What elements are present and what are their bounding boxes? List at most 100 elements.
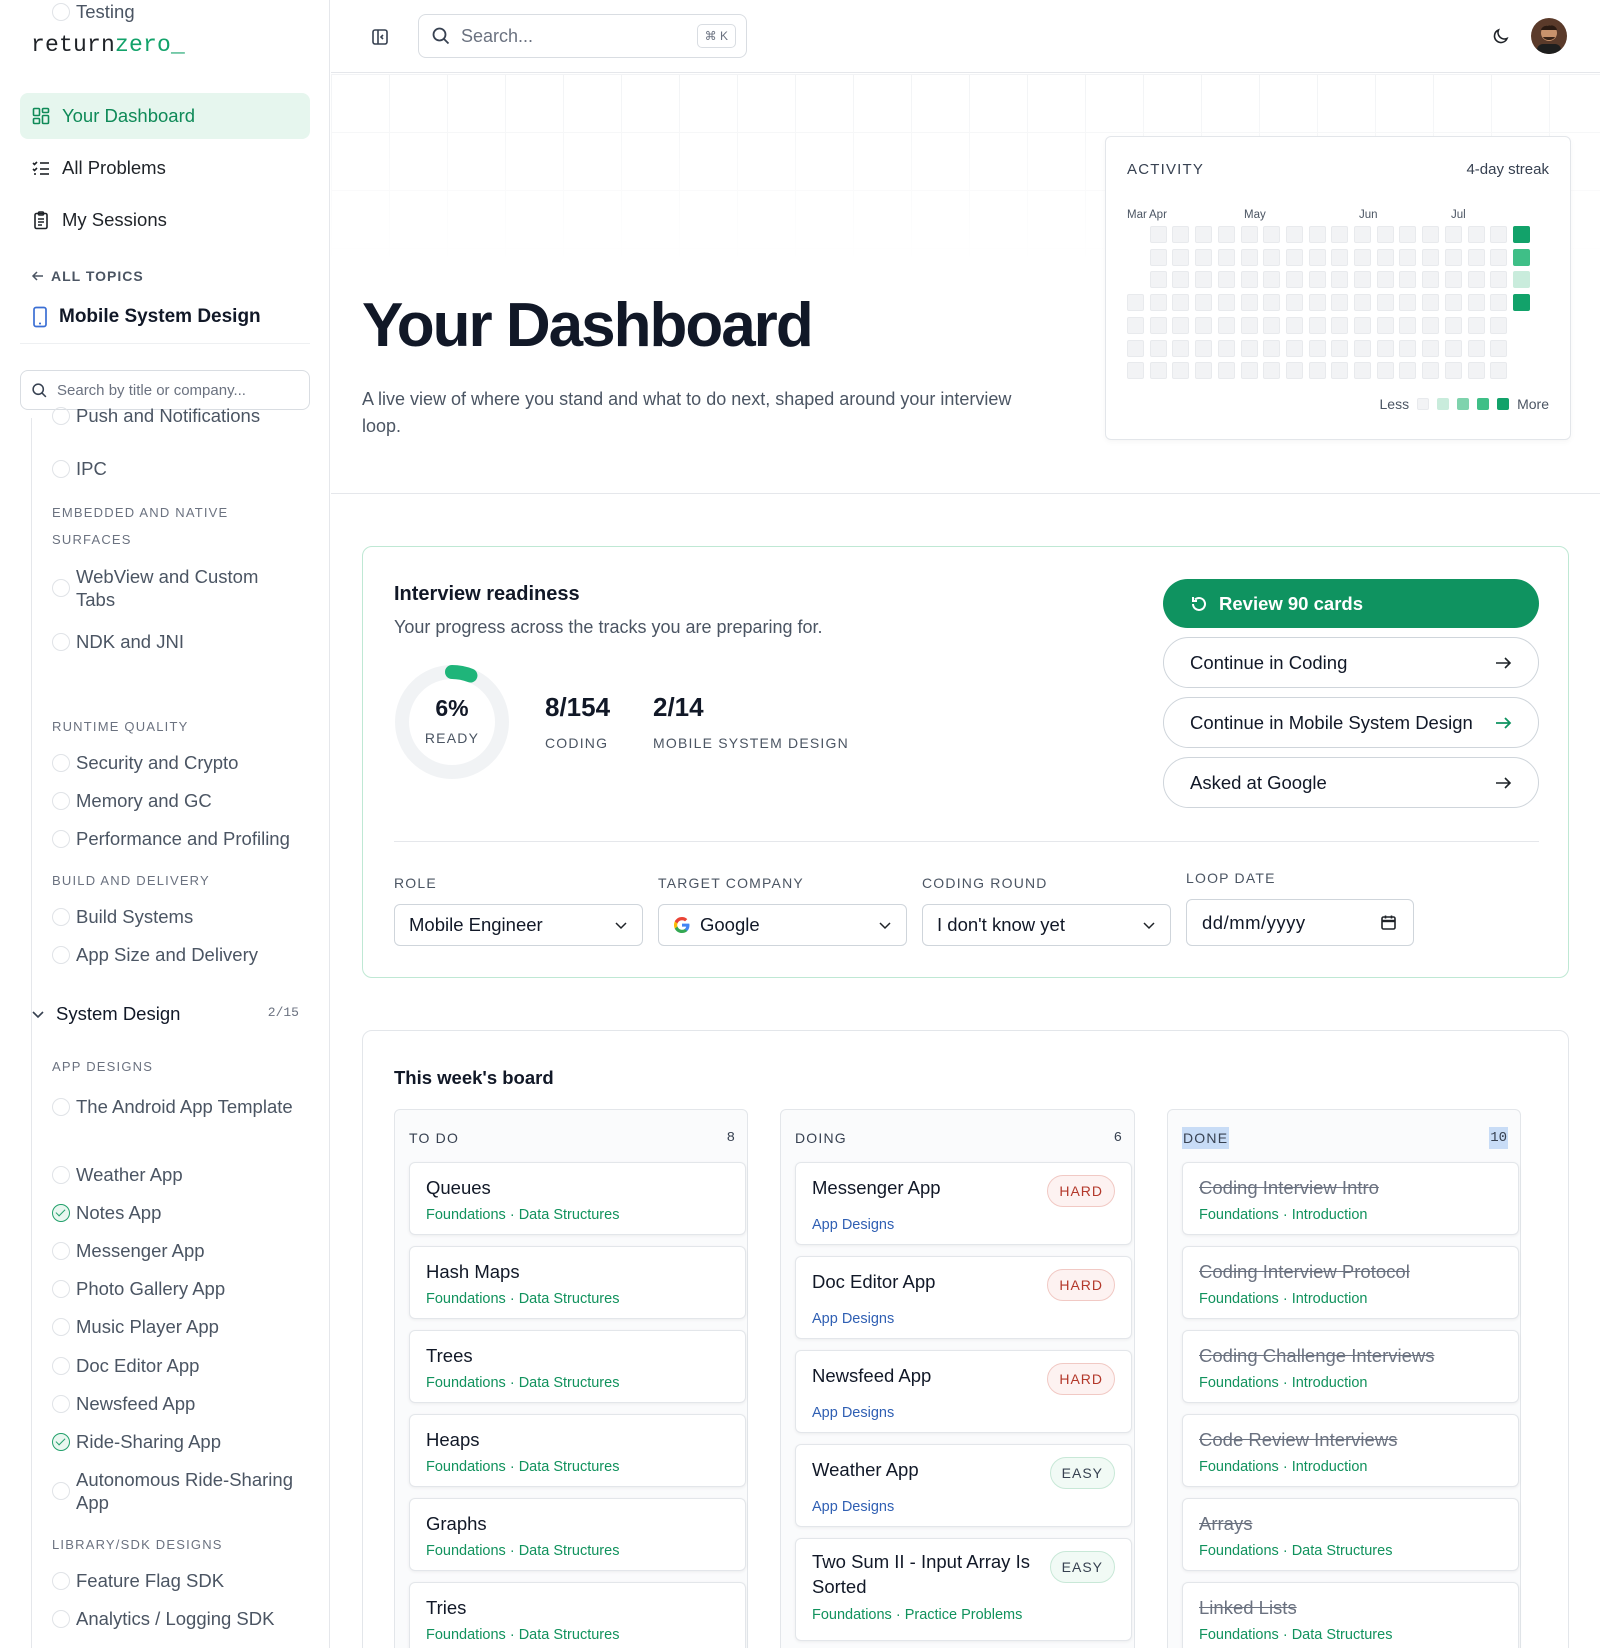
board-card[interactable]: Coding Challenge Interviews Foundations … xyxy=(1182,1330,1519,1403)
logo-text-zero: zero xyxy=(115,32,172,58)
chevron-down-icon xyxy=(879,922,891,930)
section-system-design[interactable]: System Design xyxy=(30,1003,308,1025)
sidebar-item-doc-editor-app[interactable]: Doc Editor App xyxy=(52,1354,302,1377)
heatmap-cell xyxy=(1422,294,1440,312)
sidebar-item-ride-sharing-app[interactable]: Ride-Sharing App xyxy=(52,1430,302,1453)
coding-round-select[interactable]: I don't know yet xyxy=(922,904,1171,946)
board-card[interactable]: Coding Interview Intro Foundations · Int… xyxy=(1182,1162,1519,1235)
role-select[interactable]: Mobile Engineer xyxy=(394,904,643,946)
sidebar-item-webview-and-custom-tabs[interactable]: WebView and Custom Tabs xyxy=(52,565,302,611)
loop-date-input[interactable]: dd/mm/yyyy xyxy=(1186,899,1414,946)
column-count-text: 10 xyxy=(1489,1127,1508,1149)
brand-logo[interactable]: returnzero_ xyxy=(31,32,185,58)
column-title: DOING xyxy=(795,1130,847,1146)
board-card[interactable]: Arrays Foundations · Data Structures xyxy=(1182,1498,1519,1571)
card-title: Linked Lists xyxy=(1199,1597,1297,1618)
sidebar-item-testing[interactable]: Testing xyxy=(52,0,302,23)
sidebar-item-photo-gallery-app[interactable]: Photo Gallery App xyxy=(52,1277,302,1300)
global-search-input[interactable]: Search... ⌘ K xyxy=(418,14,747,58)
arrow-left-icon xyxy=(31,271,43,281)
board-card[interactable]: Tries Foundations · Data Structures xyxy=(409,1582,746,1648)
continue-coding-button[interactable]: Continue in Coding xyxy=(1163,637,1539,688)
heatmap-cell xyxy=(1263,226,1281,243)
board-card[interactable]: Heaps Foundations · Data Structures xyxy=(409,1414,746,1487)
search-icon xyxy=(432,27,450,45)
board-card[interactable]: Code Review Interviews Foundations · Int… xyxy=(1182,1414,1519,1487)
board-card[interactable]: Newsfeed App HARD App Designs xyxy=(795,1350,1132,1433)
moon-icon[interactable] xyxy=(1491,26,1511,46)
avatar[interactable] xyxy=(1531,18,1567,54)
board-card[interactable]: Graphs Foundations · Data Structures xyxy=(409,1498,746,1571)
board-card[interactable]: Coding Interview Protocol Foundations · … xyxy=(1182,1246,1519,1319)
tag-track: Foundations xyxy=(426,1627,506,1643)
sidebar-item-the-android-app-template[interactable]: The Android App Template xyxy=(52,1095,302,1118)
heatmap-cell xyxy=(1376,316,1394,334)
sidebar-item-security-and-crypto[interactable]: Security and Crypto xyxy=(52,751,302,774)
board-card[interactable]: Hash Maps Foundations · Data Structures xyxy=(409,1246,746,1319)
heatmap-cell xyxy=(1217,248,1235,266)
heatmap-cell xyxy=(1399,248,1417,266)
card-tags: Foundations · Data Structures xyxy=(1199,1627,1393,1643)
chevron-down-icon xyxy=(615,922,627,930)
check-circle-icon xyxy=(52,1432,70,1451)
asked-at-google-button[interactable]: Asked at Google xyxy=(1163,757,1539,808)
sidebar-item-label: IPC xyxy=(76,458,107,479)
board-card[interactable]: Trees Foundations · Data Structures xyxy=(409,1330,746,1403)
card-title: Code Review Interviews xyxy=(1199,1429,1398,1450)
heatmap-cell xyxy=(1444,226,1462,243)
board-card[interactable]: Doc Editor App HARD App Designs xyxy=(795,1256,1132,1339)
board-card[interactable]: Messenger App HARD App Designs xyxy=(795,1162,1132,1245)
card-tags: Foundations · Introduction xyxy=(1199,1459,1368,1475)
sidebar-item-performance-and-profiling[interactable]: Performance and Profiling xyxy=(52,827,302,850)
all-topics-link[interactable]: ALL TOPICS xyxy=(31,268,144,284)
card-title: Trees xyxy=(426,1345,473,1366)
nav-all-problems[interactable]: All Problems xyxy=(20,145,310,191)
sidebar-item-app-size-and-delivery[interactable]: App Size and Delivery xyxy=(52,943,302,966)
heatmap-cell xyxy=(1195,362,1213,380)
sidebar-item-analytics-logging-sdk[interactable]: Analytics / Logging SDK xyxy=(52,1607,302,1630)
board-card[interactable]: Weather App EASY App Designs xyxy=(795,1444,1132,1527)
nav-my-sessions[interactable]: My Sessions xyxy=(20,197,310,243)
sidebar-item-feature-flag-sdk[interactable]: Feature Flag SDK xyxy=(52,1569,302,1592)
heatmap-cell xyxy=(1285,294,1303,312)
sidebar-toggle-icon[interactable] xyxy=(371,28,389,46)
sidebar-item-notes-app[interactable]: Notes App xyxy=(52,1201,302,1224)
sidebar-item-messenger-app[interactable]: Messenger App xyxy=(52,1239,302,1262)
heatmap-cell xyxy=(1444,316,1462,334)
heatmap-cell xyxy=(1263,294,1281,312)
sidebar-item-push-and-notifications[interactable]: Push and Notifications xyxy=(52,404,302,427)
board-card[interactable]: Two Sum II - Input Array Is Sorted EASY … xyxy=(795,1538,1132,1641)
sidebar-item-ndk-and-jni[interactable]: NDK and JNI xyxy=(52,630,302,653)
heatmap-cell xyxy=(1172,271,1190,289)
calendar-icon[interactable] xyxy=(1380,914,1397,931)
sidebar-item-label: Testing xyxy=(76,1,135,22)
nav-your-dashboard[interactable]: Your Dashboard xyxy=(20,93,310,139)
heatmap-cell xyxy=(1263,339,1281,357)
sidebar-item-ipc[interactable]: IPC xyxy=(52,457,302,480)
board-card[interactable]: Linked Lists Foundations · Data Structur… xyxy=(1182,1582,1519,1648)
readiness-progress-ring xyxy=(395,665,509,779)
heatmap-cell xyxy=(1376,294,1394,312)
check-circle-icon xyxy=(52,1203,70,1222)
column-todo: TO DO 8 Queues Foundations · Data Struct… xyxy=(394,1109,748,1648)
heatmap-cell xyxy=(1217,226,1235,243)
divider xyxy=(20,343,310,344)
continue-mobile-system-design-button[interactable]: Continue in Mobile System Design xyxy=(1163,697,1539,748)
heatmap-cell xyxy=(1285,226,1303,243)
clipboard-icon xyxy=(34,211,48,230)
sidebar-item-weather-app[interactable]: Weather App xyxy=(52,1163,302,1186)
column-count: 10 xyxy=(1489,1127,1508,1149)
sidebar-item-label: Ride-Sharing App xyxy=(76,1431,222,1452)
sidebar-item-build-systems[interactable]: Build Systems xyxy=(52,905,302,928)
sidebar-item-music-player-app[interactable]: Music Player App xyxy=(52,1315,302,1338)
month-label: Jul xyxy=(1451,209,1466,221)
review-cards-button[interactable]: Review 90 cards xyxy=(1163,579,1539,628)
heatmap-cell xyxy=(1285,316,1303,334)
sidebar-item-newsfeed-app[interactable]: Newsfeed App xyxy=(52,1392,302,1415)
topic-title-text: Mobile System Design xyxy=(59,306,261,327)
company-select[interactable]: Google xyxy=(658,904,907,946)
heatmap-cell xyxy=(1399,271,1417,289)
sidebar-item-memory-and-gc[interactable]: Memory and GC xyxy=(52,789,302,812)
sidebar-item-autonomous-ride-sharing-app[interactable]: Autonomous Ride-Sharing App xyxy=(52,1468,302,1514)
board-card[interactable]: Queues Foundations · Data Structures xyxy=(409,1162,746,1235)
